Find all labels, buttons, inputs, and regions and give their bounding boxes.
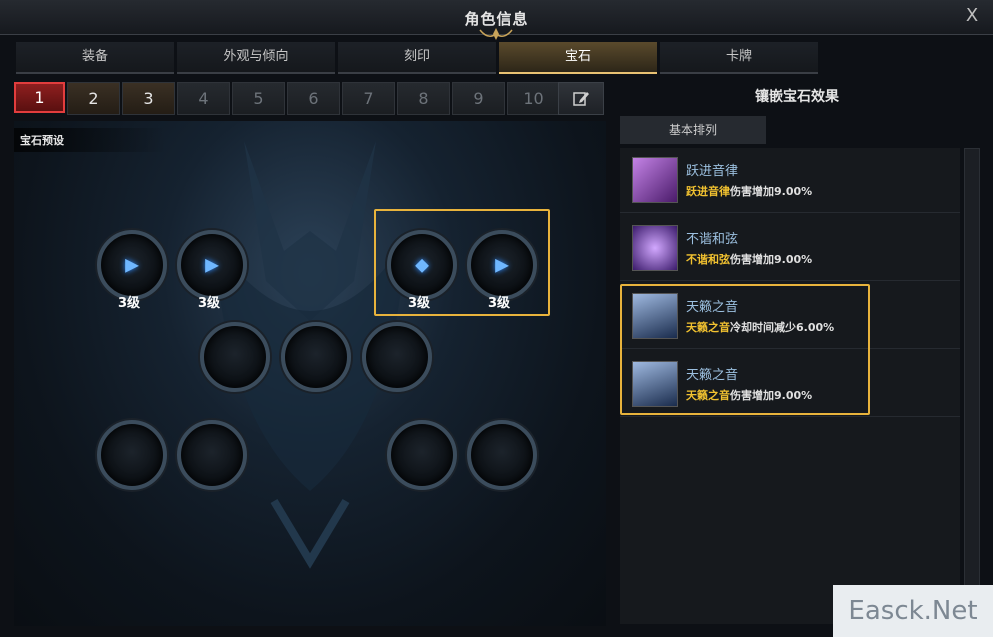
gem-slot-8[interactable] xyxy=(97,420,167,490)
gem-icon: ▶ xyxy=(125,254,139,276)
preset-button-5[interactable]: 5 xyxy=(232,82,285,115)
highlight-box xyxy=(374,209,550,316)
effect-item[interactable]: 跃进音律 跃进音律伤害增加9.00% xyxy=(620,148,960,213)
effect-name: 跃进音律 xyxy=(686,164,739,179)
preset-button-10[interactable]: 10 xyxy=(507,82,560,115)
highlight-box xyxy=(620,284,870,415)
preset-button-4[interactable]: 4 xyxy=(177,82,230,115)
preset-button-7[interactable]: 7 xyxy=(342,82,395,115)
edit-preset-button[interactable] xyxy=(558,82,604,115)
skill-dissonance-icon xyxy=(632,225,678,271)
gem-effects-title: 镶嵌宝石效果 xyxy=(755,89,839,105)
effect-desc: 不谐和弦伤害增加9.00% xyxy=(686,253,813,266)
tab-bar: 装备 外观与倾向 刻印 宝石 卡牌 xyxy=(16,42,820,74)
gem-slot-5[interactable] xyxy=(200,322,270,392)
close-button[interactable]: X xyxy=(961,5,983,27)
effect-item[interactable]: 不谐和弦 不谐和弦伤害增加9.00% xyxy=(620,216,960,281)
tab-engraving[interactable]: 刻印 xyxy=(338,42,496,74)
skill-leap-icon xyxy=(632,157,678,203)
gem-slot-11[interactable] xyxy=(467,420,537,490)
sort-tab-basic[interactable]: 基本排列 xyxy=(620,116,766,144)
preset-button-2[interactable]: 2 xyxy=(67,82,120,115)
tab-appearance[interactable]: 外观与倾向 xyxy=(177,42,335,74)
effect-list-scrollbar[interactable] xyxy=(964,148,980,586)
preset-button-9[interactable]: 9 xyxy=(452,82,505,115)
tab-cards[interactable]: 卡牌 xyxy=(660,42,818,74)
gem-preset-label: 宝石预设 xyxy=(14,128,166,152)
watermark: Easck.Net xyxy=(833,585,993,637)
preset-button-3[interactable]: 3 xyxy=(122,82,175,115)
gem-level: 3级 xyxy=(117,296,141,311)
gem-slot-10[interactable] xyxy=(387,420,457,490)
gem-slot-7[interactable] xyxy=(362,322,432,392)
edit-icon xyxy=(573,92,589,106)
preset-bar: 1 2 3 4 5 6 7 8 9 10 xyxy=(14,82,560,115)
gem-icon: ▶ xyxy=(205,254,219,276)
gem-slot-6[interactable] xyxy=(281,322,351,392)
tab-equipment[interactable]: 装备 xyxy=(16,42,174,74)
gem-slot-2[interactable]: ▶ xyxy=(177,230,247,300)
preset-button-6[interactable]: 6 xyxy=(287,82,340,115)
gem-level: 3级 xyxy=(197,296,221,311)
tab-gems[interactable]: 宝石 xyxy=(499,42,657,74)
preset-button-1[interactable]: 1 xyxy=(14,82,65,113)
gem-slot-1[interactable]: ▶ xyxy=(97,230,167,300)
effect-desc: 跃进音律伤害增加9.00% xyxy=(686,185,813,198)
effect-name: 不谐和弦 xyxy=(686,232,739,247)
gem-slot-9[interactable] xyxy=(177,420,247,490)
preset-button-8[interactable]: 8 xyxy=(397,82,450,115)
